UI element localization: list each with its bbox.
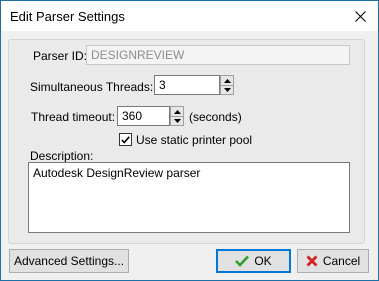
red-x-icon [306, 255, 318, 267]
description-textarea[interactable]: Autodesk DesignReview parser [28, 162, 350, 233]
threads-label: Simultaneous Threads: [30, 80, 154, 94]
settings-panel: Parser ID: DESIGNREVIEW Simultaneous Thr… [8, 39, 365, 244]
triangle-down-icon [173, 118, 181, 123]
timeout-spinner[interactable] [170, 106, 184, 126]
cancel-label: Cancel [322, 254, 361, 268]
timeout-label: Thread timeout: [31, 110, 116, 124]
ok-label: OK [254, 254, 272, 268]
static-pool-checkbox[interactable] [119, 133, 132, 146]
dialog-body: Parser ID: DESIGNREVIEW Simultaneous Thr… [1, 31, 378, 280]
edit-parser-settings-dialog: Edit Parser Settings Parser ID: DESIGNRE… [0, 0, 379, 281]
parser-id-label: Parser ID: [33, 49, 88, 63]
title-bar: Edit Parser Settings [1, 1, 378, 31]
ok-button[interactable]: OK [216, 249, 291, 273]
timeout-unit-label: (seconds) [189, 110, 242, 124]
triangle-up-icon [173, 109, 181, 114]
parser-id-field: DESIGNREVIEW [86, 45, 350, 65]
description-label: Description: [30, 149, 94, 163]
threads-down-button[interactable] [221, 85, 233, 94]
threads-spinner[interactable] [220, 75, 234, 95]
static-pool-label[interactable]: Use static printer pool [136, 133, 252, 147]
timeout-input[interactable]: 360 [117, 106, 170, 126]
timeout-down-button[interactable] [171, 116, 183, 125]
checkmark-icon [121, 135, 130, 144]
dialog-title: Edit Parser Settings [10, 9, 125, 24]
threads-input[interactable]: 3 [154, 75, 220, 95]
close-button[interactable] [342, 1, 378, 31]
cancel-button[interactable]: Cancel [297, 249, 369, 273]
triangle-down-icon [223, 87, 231, 92]
close-icon [354, 10, 366, 22]
checkmark-icon [235, 255, 250, 267]
advanced-settings-button[interactable]: Advanced Settings... [9, 249, 129, 273]
advanced-settings-label: Advanced Settings... [13, 254, 125, 268]
triangle-up-icon [223, 78, 231, 83]
